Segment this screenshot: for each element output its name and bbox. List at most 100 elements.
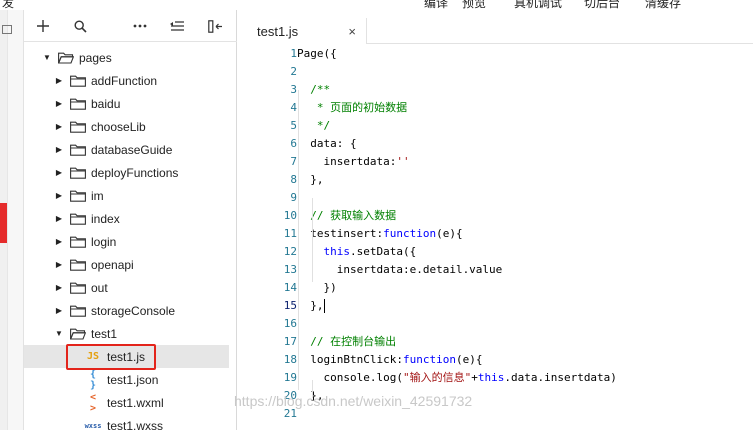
line-number: 6 [290,137,297,150]
code-editor: test1.js × 1 2 3 4 5 6 7 8 9 10 11 12 13 14 15 16 17 18 19… [237,10,753,430]
preview-button[interactable]: 预览 [462,0,486,10]
folder-icon [70,121,86,133]
compile-button[interactable]: 编译 [424,0,448,10]
folder-item-baidu[interactable]: ▶ baidu [24,92,229,115]
chevron-right-icon[interactable]: ▶ [54,76,64,86]
chevron-right-icon[interactable]: ▶ [54,214,64,224]
chevron-right-icon[interactable]: ▶ [54,237,64,247]
line-number: 12 [283,245,297,258]
code-line[interactable]: console.log("输入的信息"+this.data.insertdata… [297,369,616,387]
line-number: 13 [283,263,297,276]
text-cursor [323,299,325,313]
chevron-right-icon[interactable]: ▶ [54,122,64,132]
code-line[interactable]: insertdata:e.detail.value [297,261,503,279]
folder-open-icon [58,52,74,64]
folder-icon [70,282,86,294]
folder-item-storageconsole[interactable]: ▶ storageConsole [24,299,229,322]
chevron-right-icon[interactable]: ▶ [54,145,64,155]
folder-item-login[interactable]: ▶ login [24,230,229,253]
indent-guide [312,198,313,282]
line-number: 4 [290,101,297,114]
code-line[interactable]: }) [297,279,336,297]
close-icon[interactable]: × [348,24,356,39]
line-number: 18 [283,353,297,366]
folder-icon [70,75,86,87]
folder-icon [70,213,86,225]
indent-guide [298,90,299,390]
folder-item-openapi[interactable]: ▶ openapi [24,253,229,276]
code-line[interactable]: Page({ [297,45,337,63]
tree-item-label: test1.wxml [107,395,164,410]
chevron-down-icon[interactable]: ▼ [42,53,52,63]
chevron-right-icon[interactable]: ▶ [54,191,64,201]
tree-item-label: test1.json [107,372,159,387]
folder-icon [70,167,86,179]
tree-item-label: im [91,188,104,203]
code-line[interactable]: /** [297,81,330,99]
code-line[interactable]: data: { [297,135,356,153]
folder-item-im[interactable]: ▶ im [24,184,229,207]
folder-item-pages[interactable]: ▼ pages [24,46,229,69]
file-explorer: ▼ pages ▶ addFunction ▶ baidu ▶ chooseLib ▶ datab… [24,10,260,430]
chevron-right-icon[interactable]: ▶ [54,168,64,178]
file-item-test1-wxml[interactable]: < > test1.wxml [24,391,229,414]
split-icon[interactable] [206,18,224,34]
code-line[interactable]: loginBtnClick:function(e){ [297,351,482,369]
code-line[interactable]: * 页面的初始数据 [297,99,407,117]
code-line[interactable]: */ [297,117,330,135]
clear-cache-button[interactable]: 清缓存 [645,0,681,10]
top-toolbar-left-label: 发 [2,0,15,10]
file-item-test1-json[interactable]: { } test1.json [24,368,229,391]
device-debug-button[interactable]: 真机调试 [514,0,562,10]
code-line[interactable]: // 在控制台输出 [297,333,396,351]
file-type--icon: < > [89,391,97,414]
folder-icon [70,305,86,317]
tree-item-label: openapi [91,257,134,272]
add-icon[interactable] [34,18,52,34]
background-button[interactable]: 切后台 [584,0,620,10]
tree-item-label: chooseLib [91,119,146,134]
folder-item-chooselib[interactable]: ▶ chooseLib [24,115,229,138]
chevron-right-icon[interactable]: ▶ [54,99,64,109]
folder-item-index[interactable]: ▶ index [24,207,229,230]
file-type-wxss-icon: wxss [84,421,102,430]
line-number: 19 [283,371,297,384]
window-icon[interactable] [2,25,12,34]
line-number: 16 [283,317,297,330]
line-number: 11 [283,227,297,240]
code-line[interactable]: insertdata:'' [297,153,409,171]
top-toolbar: 发 编译 预览 真机调试 切后台 清缓存 [0,0,753,10]
chevron-right-icon[interactable]: ▶ [54,260,64,270]
tree-item-label: test1.wxss [107,418,164,430]
line-number: 17 [283,335,297,348]
tree-item-label: pages [79,50,112,65]
tree-item-label: index [91,211,120,226]
chevron-right-icon[interactable]: ▶ [54,283,64,293]
folder-item-deployfunctions[interactable]: ▶ deployFunctions [24,161,229,184]
chevron-down-icon[interactable]: ▼ [54,329,64,339]
code-line[interactable]: testinsert:function(e){ [297,225,462,243]
tab-test1-js[interactable]: test1.js × [237,18,367,44]
code-line[interactable]: }, [297,171,323,189]
tree-item-label: out [91,280,108,295]
more-icon[interactable] [131,18,149,34]
file-item-test1-wxss[interactable]: wxss test1.wxss [24,414,229,430]
collapse-icon[interactable] [168,18,186,34]
line-number: 5 [290,119,297,132]
code-line[interactable]: this.setData({ [297,243,417,261]
explorer-toolbar [24,10,237,42]
folder-icon [70,259,86,271]
folder-item-test1[interactable]: ▼ test1 [24,322,229,345]
tree-item-label: storageConsole [91,303,176,318]
code-line[interactable]: }, [297,297,325,315]
file-item-test1-js[interactable]: JS test1.js [24,345,229,368]
tree-item-label: addFunction [91,73,158,88]
tree-item-label: login [91,234,117,249]
tree-item-label: test1.js [107,349,146,364]
line-number: 7 [290,155,297,168]
folder-item-databaseguide[interactable]: ▶ databaseGuide [24,138,229,161]
search-icon[interactable] [71,18,89,34]
folder-item-addfunction[interactable]: ▶ addFunction [24,69,229,92]
chevron-right-icon[interactable]: ▶ [54,306,64,316]
folder-item-out[interactable]: ▶ out [24,276,229,299]
